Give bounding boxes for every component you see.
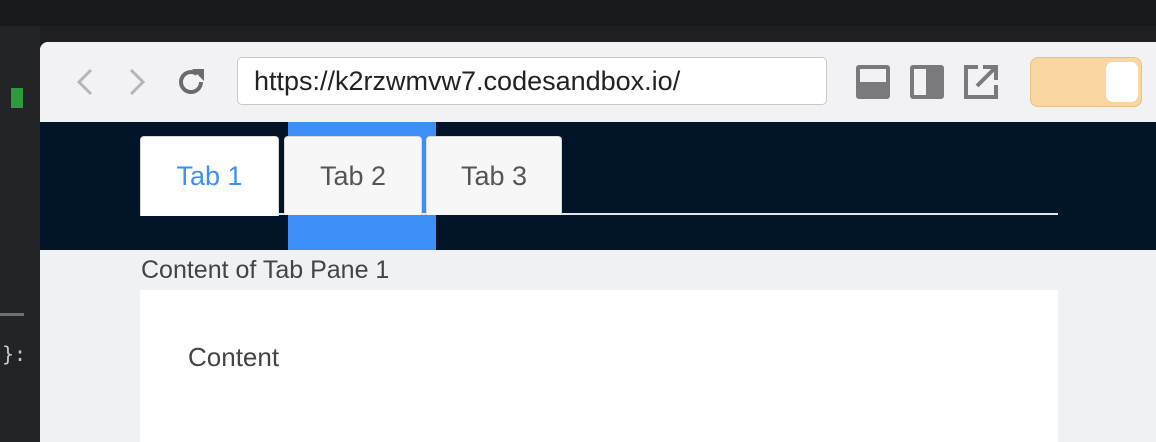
toggle-knob — [1106, 62, 1138, 102]
open-new-window-button[interactable] — [963, 64, 999, 100]
content-card: Content — [140, 290, 1058, 442]
gutter-divider — [0, 313, 24, 316]
panel-side-icon — [910, 65, 944, 99]
tab-3[interactable]: Tab 3 — [426, 136, 562, 215]
layout-bottom-button[interactable] — [855, 64, 891, 100]
tab-2[interactable]: Tab 2 — [284, 136, 422, 215]
tab-pane-title: Content of Tab Pane 1 — [141, 256, 390, 284]
editor-gutter: }: — [0, 26, 40, 442]
tabs-header: Tab 1 Tab 2 Tab 3 — [40, 122, 1156, 250]
tab-1[interactable]: Tab 1 — [140, 136, 279, 216]
url-input[interactable]: https://k2rzwmvw7.codesandbox.io/ — [237, 57, 827, 105]
reload-icon — [179, 69, 204, 94]
back-button[interactable] — [68, 65, 102, 99]
chevron-left-icon — [76, 68, 93, 96]
preview-browser: https://k2rzwmvw7.codesandbox.io/ Tab 1 … — [40, 42, 1156, 442]
top-window-bar — [0, 0, 1156, 26]
reload-button[interactable] — [174, 65, 208, 99]
preview-toggle[interactable] — [1030, 57, 1142, 107]
editor-code-fragment: }: — [2, 342, 27, 366]
card-text: Content — [188, 342, 280, 372]
layout-side-button[interactable] — [909, 64, 945, 100]
git-change-marker — [11, 88, 23, 108]
browser-toolbar: https://k2rzwmvw7.codesandbox.io/ — [40, 42, 1156, 122]
panel-bottom-icon — [856, 65, 890, 99]
forward-button[interactable] — [120, 65, 154, 99]
chevron-right-icon — [129, 68, 146, 96]
external-link-icon — [964, 65, 998, 99]
